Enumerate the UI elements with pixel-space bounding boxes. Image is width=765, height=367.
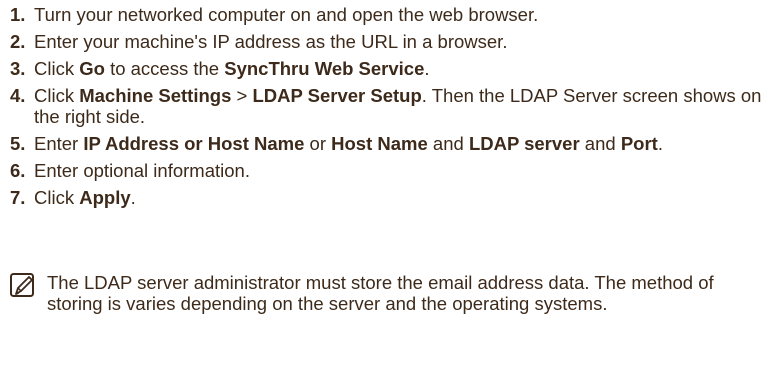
step-text: >	[231, 85, 253, 106]
step-number: 2.	[10, 31, 26, 52]
step-text: .	[657, 133, 663, 154]
step-emphasis: LDAP Server Setup	[252, 85, 422, 106]
note-pencil-icon	[10, 273, 34, 297]
step-emphasis: Go	[79, 58, 105, 79]
step-item: 2. Enter your machine's IP address as the…	[0, 31, 765, 52]
instruction-steps: 1. Turn your networked computer on and op…	[0, 4, 765, 214]
step-text: Enter optional information.	[34, 160, 250, 181]
step-item: 5. Enter IP Address or Host Name or Host …	[0, 133, 765, 154]
step-text: Click	[34, 187, 80, 208]
step-emphasis: SyncThru Web Service	[224, 58, 425, 79]
step-text: Click	[34, 85, 80, 106]
step-emphasis: Host Name	[331, 133, 428, 154]
step-number: 5.	[10, 133, 26, 154]
step-text: Click	[34, 58, 80, 79]
step-text: Enter your machine's IP address as the U…	[34, 31, 508, 52]
step-item: 4. Click Machine Settings > LDAP Server S…	[0, 85, 765, 127]
step-text: to access the	[104, 58, 225, 79]
step-text: Enter	[34, 133, 84, 154]
step-text: and	[427, 133, 469, 154]
step-text: or	[304, 133, 332, 154]
step-number: 6.	[10, 160, 26, 181]
step-emphasis: LDAP server	[468, 133, 580, 154]
step-text: Turn your networked computer on and open…	[34, 4, 539, 25]
step-number: 1.	[10, 4, 26, 25]
step-text: and	[579, 133, 621, 154]
step-emphasis: Apply	[79, 187, 131, 208]
step-item: 3. Click Go to access the SyncThru Web Se…	[0, 58, 765, 79]
step-item: 1. Turn your networked computer on and op…	[0, 4, 765, 25]
step-number: 3.	[10, 58, 26, 79]
step-emphasis: IP Address or Host Name	[83, 133, 305, 154]
step-text: .	[424, 58, 430, 79]
step-text: .	[130, 187, 136, 208]
step-emphasis: Machine Settings	[79, 85, 232, 106]
note-text: The LDAP server administrator must store…	[47, 272, 714, 314]
step-number: 7.	[10, 187, 26, 208]
step-emphasis: Port	[620, 133, 658, 154]
step-item: 7. Click Apply.	[0, 187, 765, 208]
step-number: 4.	[10, 85, 26, 106]
step-item: 6. Enter optional information.	[0, 160, 765, 181]
